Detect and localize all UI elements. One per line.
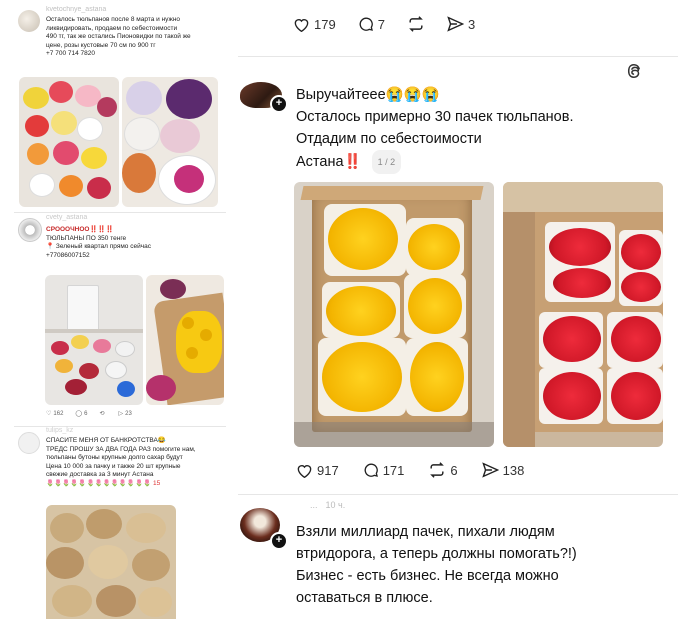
post-text-line: тюльпаны бутоны крупные долго сахар буду…: [46, 454, 183, 461]
post-text-line: СПАСИТЕ МЕНЯ ОТ БАНКРОТСТВА😂: [46, 437, 166, 444]
comment-action[interactable]: ◯ 6: [75, 410, 88, 418]
post-text-line: СРОООЧНОО‼️‼️‼️: [46, 226, 114, 233]
heart-icon: [297, 464, 312, 478]
share-action[interactable]: 3: [447, 16, 475, 32]
like-count: 179: [314, 16, 336, 32]
comment-bubble-icon: ◯: [75, 411, 83, 417]
post-location: Астана‼️: [296, 154, 362, 170]
avatar[interactable]: [18, 10, 40, 32]
post-text-line: 🌷🌷🌷🌷🌷🌷🌷🌷🌷🌷🌷🌷🌷 15: [46, 479, 161, 487]
threads-logo-icon[interactable]: [626, 62, 644, 80]
username[interactable]: cvety_astana: [46, 214, 87, 221]
post-text-line: Отдадим по себестоимости: [296, 131, 482, 147]
post-text-line: Осталось тюльпанов после 8 марта и нужно: [46, 16, 181, 23]
post-text-line: ТЮЛЬПАНЫ ПО 350 тенге: [46, 234, 127, 242]
post-text-line: Выручайтеее😭😭😭: [296, 87, 440, 103]
post-text-line: +77086007152: [46, 251, 90, 259]
post-photo[interactable]: [45, 275, 143, 405]
post-time: 10 ч.: [325, 500, 346, 510]
send-icon: [481, 462, 499, 478]
repost-icon: ⟲: [99, 411, 105, 417]
image-pager: 1 / 2: [371, 150, 402, 174]
post-text-line: Бизнес - есть бизнес. Не всегда можно: [296, 568, 559, 584]
share-count: 3: [467, 16, 476, 32]
post-text-line: Цена 10 000 за пачку и также 20 шт крупн…: [46, 462, 181, 470]
avatar[interactable]: [18, 432, 40, 454]
post-photo[interactable]: [19, 77, 119, 207]
like-action[interactable]: 917: [296, 462, 339, 478]
avatar[interactable]: [18, 218, 42, 242]
plus-icon[interactable]: +: [270, 95, 288, 113]
comment-count: 6: [84, 410, 88, 417]
like-count: 917: [317, 462, 339, 478]
post-text-line: ликвидировать, продаем по себестоимости: [46, 24, 178, 32]
post-text-line: ТРЕДС ПРОШУ ЗА ДВА ГОДА РАЗ помогите нам…: [46, 445, 196, 453]
share-action[interactable]: 138: [481, 462, 525, 478]
divider: [238, 56, 678, 57]
share-action[interactable]: ▷ 23: [118, 410, 132, 418]
username[interactable]: ...: [310, 500, 318, 510]
post-photo[interactable]: [46, 505, 176, 619]
post-photo[interactable]: [146, 275, 224, 405]
comment-action[interactable]: 7: [358, 16, 385, 32]
repost-icon: [430, 462, 445, 478]
like-count: 162: [53, 410, 64, 417]
share-count: 138: [502, 462, 525, 478]
post-text-line: +7 700 714 7820: [46, 50, 95, 57]
repost-action[interactable]: 6: [428, 462, 458, 478]
post-text-line: оставаться в плюсе.: [296, 590, 433, 606]
post-photo-yellow-tulips[interactable]: [294, 182, 494, 447]
post-text-line: Осталось примерно 30 пачек тюльпанов.: [296, 109, 574, 125]
username[interactable]: tulips_kz: [46, 427, 73, 434]
comment-count: 171: [382, 462, 405, 478]
divider: [238, 494, 678, 495]
comment-count: 7: [377, 16, 385, 32]
post-text-line: свежие доставка за 3 минут Астана: [46, 471, 154, 478]
post-text-line: 490 тг, так же остались Пионовидки по та…: [46, 33, 191, 40]
post-photo-red-tulips[interactable]: [503, 182, 663, 447]
repost-action[interactable]: ⟲: [99, 410, 106, 417]
like-action[interactable]: 179: [293, 16, 336, 32]
username[interactable]: kvetochnye_astana: [46, 6, 106, 13]
heart-icon: [294, 18, 309, 32]
repost-icon: [409, 16, 423, 32]
comment-bubble-icon: [359, 17, 373, 31]
comment-bubble-icon: [364, 463, 378, 477]
post-text-line: Взяли миллиард пачек, пихали людям: [296, 524, 555, 540]
post-text-line: 📍 Зеленый квартал прямо сейчас: [46, 243, 151, 250]
divider: [14, 212, 226, 213]
post-text-line: цене, розы кустовые 70 см по 900 тг: [46, 41, 156, 49]
post-text-line: втридорога, а теперь должны помогать?!): [296, 546, 577, 562]
post-photo[interactable]: [122, 77, 218, 207]
comment-action[interactable]: 171: [363, 462, 405, 478]
repost-count: 6: [450, 462, 458, 478]
send-icon: ▷: [118, 411, 124, 417]
share-count: 23: [125, 410, 132, 417]
heart-icon: ♡: [46, 411, 52, 417]
like-action[interactable]: ♡ 162: [46, 410, 64, 418]
send-icon: [447, 16, 464, 32]
plus-icon[interactable]: +: [270, 532, 288, 550]
repost-action[interactable]: [407, 16, 425, 32]
